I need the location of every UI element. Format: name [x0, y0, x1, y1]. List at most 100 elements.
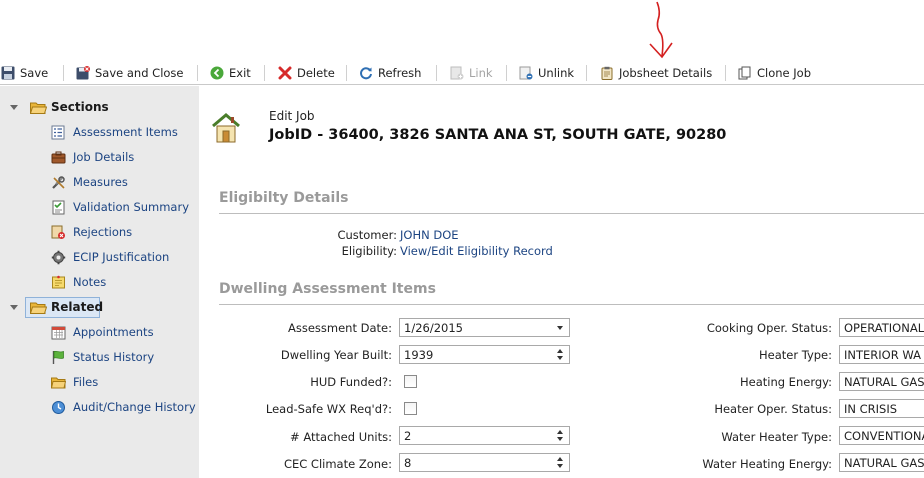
- sidebar: Sections Assessment Items Job Details Me…: [0, 86, 199, 478]
- toolbar: Save Save and Close Exit Delete Refresh …: [0, 60, 924, 85]
- heater-oper-status-label: Heater Oper. Status:: [714, 402, 832, 416]
- open-folder-icon: [29, 301, 48, 314]
- heater-type-label: Heater Type:: [758, 348, 832, 362]
- toolbar-divider: [506, 65, 507, 81]
- toolbar-divider: [264, 65, 265, 81]
- edit-job-label: Edit Job: [269, 109, 315, 123]
- assessment-date-dropdown[interactable]: 1/26/2015: [399, 318, 570, 337]
- spin-up-icon[interactable]: [557, 457, 563, 461]
- toolbar-divider: [725, 65, 726, 81]
- open-folder-icon: [29, 101, 48, 114]
- hud-funded-label: HUD Funded?:: [310, 375, 392, 389]
- jobsheet-details-button[interactable]: Jobsheet Details: [600, 63, 712, 82]
- attached-units-stepper[interactable]: 2: [399, 426, 570, 445]
- clone-icon: [738, 66, 752, 80]
- delete-x-icon: [278, 66, 292, 80]
- save-button[interactable]: Save: [1, 63, 48, 82]
- rejection-icon: [51, 225, 66, 240]
- related-header[interactable]: Related: [51, 300, 103, 314]
- sidebar-item-status-history[interactable]: Status History: [51, 348, 154, 366]
- annotation-arrow: [649, 1, 673, 59]
- exit-icon: [210, 66, 224, 80]
- customer-label: Customer:: [337, 228, 397, 242]
- attached-units-label: # Attached Units:: [290, 430, 392, 444]
- cooking-oper-status-label: Cooking Oper. Status:: [706, 321, 832, 335]
- save-and-close-button[interactable]: Save and Close: [76, 63, 184, 82]
- eligibility-record-link[interactable]: View/Edit Eligibility Record: [400, 244, 553, 258]
- toolbar-divider: [346, 65, 347, 81]
- delete-button[interactable]: Delete: [278, 63, 335, 82]
- spin-down-icon[interactable]: [557, 464, 563, 468]
- sidebar-item-assessment-items[interactable]: Assessment Items: [51, 123, 178, 141]
- sidebar-item-files[interactable]: Files: [50, 373, 98, 391]
- toolbar-divider: [63, 65, 64, 81]
- exit-button[interactable]: Exit: [210, 63, 251, 82]
- sidebar-item-ecip-justification[interactable]: ECIP Justification: [51, 248, 169, 266]
- link-button[interactable]: Link: [450, 63, 493, 82]
- collapse-sections-toggle[interactable]: [10, 105, 18, 110]
- eligibility-section-heading: Eligibilty Details: [219, 190, 349, 206]
- unlink-button[interactable]: Unlink: [519, 63, 574, 82]
- unlink-icon: [519, 66, 533, 80]
- sidebar-item-rejections[interactable]: Rejections: [51, 223, 132, 241]
- heater-type-field[interactable]: INTERIOR WA: [839, 345, 924, 364]
- toolbar-divider: [197, 65, 198, 81]
- sidebar-item-audit-change-history[interactable]: Audit/Change History: [51, 398, 196, 416]
- assessment-date-label: Assessment Date:: [288, 321, 392, 335]
- water-heating-energy-field[interactable]: NATURAL GAS: [839, 453, 924, 472]
- gear-icon: [51, 250, 66, 265]
- dwelling-year-built-stepper[interactable]: 1939: [399, 345, 570, 364]
- lead-safe-label: Lead-Safe WX Req'd?:: [265, 402, 392, 416]
- clone-job-button[interactable]: Clone Job: [738, 63, 811, 82]
- history-icon: [51, 400, 66, 415]
- note-icon: [51, 275, 66, 290]
- save-close-icon: [76, 65, 90, 80]
- link-add-icon: [450, 66, 464, 80]
- flag-icon: [51, 350, 66, 365]
- house-icon: [211, 112, 241, 144]
- list-icon: [51, 125, 66, 140]
- section-divider: [219, 304, 924, 305]
- customer-link[interactable]: JOHN DOE: [400, 228, 459, 242]
- sections-header[interactable]: Sections: [51, 100, 109, 114]
- floppy-disk-icon: [1, 66, 15, 80]
- folder-icon: [50, 375, 67, 390]
- water-heating-energy-label: Water Heating Energy:: [702, 457, 832, 471]
- refresh-button[interactable]: Refresh: [359, 63, 421, 82]
- cec-climate-zone-stepper[interactable]: 8: [399, 453, 570, 472]
- calendar-icon: [51, 325, 66, 340]
- cooking-oper-status-field[interactable]: OPERATIONAL: [839, 318, 924, 337]
- water-heater-type-label: Water Heater Type:: [721, 430, 832, 444]
- heating-energy-field[interactable]: NATURAL GAS: [839, 372, 924, 391]
- dwelling-section-heading: Dwelling Assessment Items: [219, 281, 436, 297]
- eligibility-label: Eligibility:: [341, 244, 397, 258]
- heater-oper-status-field[interactable]: IN CRISIS: [839, 399, 924, 418]
- briefcase-icon: [51, 150, 66, 165]
- dwelling-year-built-label: Dwelling Year Built:: [280, 348, 392, 362]
- water-heater-type-field[interactable]: CONVENTIONA: [839, 426, 924, 445]
- cec-climate-zone-label: CEC Climate Zone:: [283, 457, 392, 471]
- sidebar-item-validation-summary[interactable]: Validation Summary: [51, 198, 189, 216]
- sidebar-item-appointments[interactable]: Appointments: [51, 323, 154, 341]
- sidebar-item-notes[interactable]: Notes: [51, 273, 106, 291]
- clipboard-icon: [600, 66, 614, 80]
- lead-safe-checkbox[interactable]: [404, 402, 417, 415]
- heating-energy-label: Heating Energy:: [739, 375, 832, 389]
- hud-funded-checkbox[interactable]: [404, 375, 417, 388]
- toolbar-divider: [436, 65, 437, 81]
- spin-up-icon[interactable]: [557, 349, 563, 353]
- spin-up-icon[interactable]: [557, 430, 563, 434]
- tools-icon: [51, 175, 66, 190]
- sidebar-item-measures[interactable]: Measures: [51, 173, 128, 191]
- refresh-icon: [359, 66, 373, 80]
- main-content: Edit Job JobID - 36400, 3826 SANTA ANA S…: [199, 86, 924, 478]
- spin-down-icon[interactable]: [557, 356, 563, 360]
- sidebar-item-job-details[interactable]: Job Details: [51, 148, 134, 166]
- page-title: JobID - 36400, 3826 SANTA ANA ST, SOUTH …: [269, 127, 727, 143]
- chevron-down-icon: [557, 326, 563, 330]
- checklist-icon: [51, 200, 66, 215]
- spin-down-icon[interactable]: [557, 437, 563, 441]
- section-divider: [219, 213, 924, 214]
- toolbar-divider: [586, 65, 587, 81]
- collapse-related-toggle[interactable]: [10, 305, 18, 310]
